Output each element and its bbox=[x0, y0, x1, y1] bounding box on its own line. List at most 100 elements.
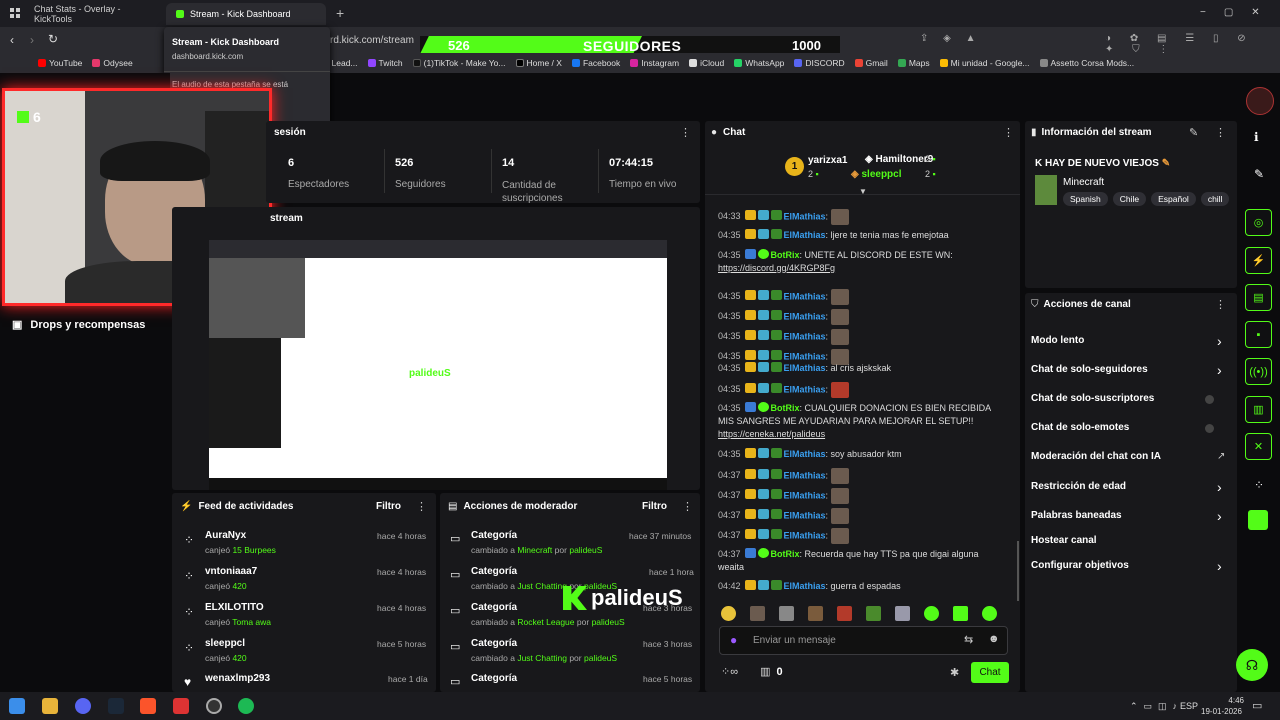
info-circle-icon[interactable]: ℹ bbox=[1254, 130, 1259, 144]
bookmark-icloud[interactable]: iCloud bbox=[689, 58, 724, 68]
camera-tool-button[interactable]: ◎ bbox=[1245, 209, 1272, 236]
pencil-icon[interactable]: ✎ bbox=[1254, 167, 1264, 181]
bookmark-maps[interactable]: Maps bbox=[897, 58, 930, 68]
chat-username[interactable]: ElMathias bbox=[784, 470, 826, 480]
mod-menu-icon[interactable]: ⋮ bbox=[682, 500, 693, 513]
tab-kick-dashboard[interactable]: Stream - Kick Dashboard bbox=[166, 3, 326, 25]
chat-username[interactable]: ElMathias bbox=[784, 331, 826, 341]
address-icons[interactable]: ⇪ ◈ ▲ bbox=[920, 33, 982, 44]
chevron-right-icon[interactable]: › bbox=[1217, 508, 1222, 524]
url-field[interactable]: rd.kick.com/stream bbox=[330, 35, 414, 46]
channel-action-item[interactable]: Palabras baneadas › bbox=[1031, 508, 1231, 525]
channel-action-item[interactable]: Modo lento › bbox=[1031, 333, 1231, 350]
microphone-icon[interactable]: ● bbox=[730, 633, 737, 647]
bookmark-x[interactable]: Home / X bbox=[515, 58, 562, 68]
emote-slot[interactable] bbox=[721, 606, 736, 621]
emote-slot[interactable] bbox=[895, 606, 910, 621]
chat-message[interactable]: 04:37 BotRix: Recuerda que hay TTS pa que… bbox=[718, 548, 1003, 574]
rewards-icon[interactable]: ⁘∞ bbox=[721, 665, 738, 678]
brave-icon[interactable] bbox=[140, 698, 156, 714]
top-gifter-name[interactable]: ◈ sleeppcl bbox=[851, 169, 902, 180]
emote-slot[interactable] bbox=[866, 606, 881, 621]
chat-message[interactable]: 04:35 ElMathias: al cris ajskskak bbox=[718, 362, 1003, 375]
chat-username[interactable]: ElMathias bbox=[784, 384, 826, 394]
chevron-right-icon[interactable]: › bbox=[1217, 333, 1222, 349]
bookmark-youtube[interactable]: YouTube bbox=[38, 58, 82, 68]
list-item-user[interactable]: wenaxlmp293 bbox=[205, 673, 270, 684]
chat-username[interactable]: ElMathias bbox=[784, 291, 826, 301]
info-menu-icon[interactable]: ⋮ bbox=[1215, 126, 1226, 139]
chat-settings-gear-icon[interactable]: ✱ bbox=[950, 666, 959, 679]
channel-action-item[interactable]: Restricción de edad › bbox=[1031, 479, 1231, 496]
chevron-right-icon[interactable]: › bbox=[1217, 362, 1222, 378]
chat-tool-button[interactable]: ▪ bbox=[1245, 321, 1272, 348]
bookmark-drive[interactable]: Mi unidad - Google... bbox=[939, 58, 1030, 68]
clock-time[interactable]: 4:46 bbox=[1212, 696, 1244, 705]
chat-message[interactable]: 04:35 ElMathias: bbox=[718, 309, 1003, 325]
chat-username[interactable]: ElMathias bbox=[784, 363, 826, 373]
bookmark-instagram[interactable]: Instagram bbox=[630, 58, 679, 68]
file-explorer-icon[interactable] bbox=[42, 698, 58, 714]
emote-slot[interactable] bbox=[982, 606, 997, 621]
chat-username[interactable]: ElMathias bbox=[784, 510, 826, 520]
chevron-right-icon[interactable]: › bbox=[1217, 479, 1222, 495]
chat-scrollbar[interactable] bbox=[1017, 541, 1019, 601]
steam-icon[interactable] bbox=[108, 698, 124, 714]
channel-action-item[interactable]: Chat de solo-emotes bbox=[1031, 421, 1231, 437]
chat-message[interactable]: 04:35 ElMathias: bbox=[718, 289, 1003, 305]
emote-slot[interactable] bbox=[808, 606, 823, 621]
activity-menu-icon[interactable]: ⋮ bbox=[416, 500, 427, 513]
list-item-user[interactable]: AuraNyx bbox=[205, 530, 246, 541]
list-item-user[interactable]: ELXILOTITO bbox=[205, 602, 264, 613]
avatar[interactable] bbox=[1246, 87, 1274, 115]
app-icon[interactable] bbox=[173, 698, 189, 714]
document-tool-button[interactable]: ▤ bbox=[1245, 284, 1272, 311]
list-item-user[interactable]: vntoniaaa7 bbox=[205, 566, 257, 577]
chat-message[interactable]: 04:35 ElMathias: ljere te tenia mas fe em… bbox=[718, 229, 1003, 242]
emote-slot[interactable] bbox=[924, 606, 939, 621]
tray-icons[interactable]: ⌃▭◫♪ bbox=[1130, 701, 1183, 712]
chat-username[interactable]: ElMathias bbox=[784, 490, 826, 500]
back-icon[interactable]: ‹ bbox=[10, 33, 14, 47]
bookmark-whatsapp[interactable]: WhatsApp bbox=[734, 58, 784, 68]
external-link-icon[interactable]: ↗ bbox=[1217, 451, 1225, 462]
forward-icon[interactable]: › bbox=[30, 33, 34, 47]
extension-icons[interactable]: ◑ ✿ ▤ ☰ ▯ ⊘ ✦ ⛉ ⋮ bbox=[1105, 33, 1280, 55]
chat-username[interactable]: ElMathias bbox=[784, 530, 826, 540]
chat-message[interactable]: 04:35 ElMathias: bbox=[718, 382, 1003, 398]
chat-username[interactable]: ElMathias bbox=[784, 351, 826, 361]
layout-tool-button[interactable]: ▥ bbox=[1245, 396, 1272, 423]
mod-filter-button[interactable]: Filtro bbox=[642, 501, 667, 512]
bookmark-twitch[interactable]: Twitch bbox=[367, 58, 403, 68]
wrench-tool-button[interactable]: ✕ bbox=[1245, 433, 1272, 460]
chat-message[interactable]: 04:35 BotRix: UNETE AL DISCORD DE ESTE WN… bbox=[718, 249, 1003, 275]
clapper-icon[interactable] bbox=[1248, 510, 1268, 530]
session-menu-icon[interactable]: ⋮ bbox=[680, 126, 691, 139]
bookmark-gmail[interactable]: Gmail bbox=[854, 58, 888, 68]
chat-username[interactable]: ElMathias bbox=[784, 230, 826, 240]
chevron-right-icon[interactable]: › bbox=[1217, 558, 1222, 574]
activity-filter-button[interactable]: Filtro bbox=[376, 501, 401, 512]
chat-message[interactable]: 04:35 ElMathias: soy abusador ktm bbox=[718, 448, 1003, 461]
language-indicator[interactable]: ESP bbox=[1180, 701, 1198, 711]
stream-video-preview[interactable]: palideuS bbox=[209, 240, 667, 490]
discord-icon[interactable] bbox=[75, 698, 91, 714]
chat-message[interactable]: 04:35 ElMathias: bbox=[718, 329, 1003, 345]
top-gifter-name[interactable]: yarizxa1 bbox=[808, 155, 847, 166]
chat-message[interactable]: 04:33 ElMathias: bbox=[718, 209, 1003, 225]
actions-menu-icon[interactable]: ⋮ bbox=[1215, 298, 1226, 311]
translate-icon[interactable]: ⇆ bbox=[964, 633, 973, 646]
chat-username[interactable]: ElMathias bbox=[784, 211, 826, 221]
bookmark-tiktok[interactable]: (1)TikTok - Make Yo... bbox=[412, 58, 506, 68]
emote-slot[interactable] bbox=[779, 606, 794, 621]
tag-chip[interactable]: Español bbox=[1151, 192, 1196, 206]
chat-input-box[interactable]: ● Enviar un mensaje ⇆ ☻ bbox=[719, 626, 1008, 655]
tag-chip[interactable]: chill bbox=[1200, 192, 1230, 206]
chat-message[interactable]: 04:37 ElMathias: bbox=[718, 508, 1003, 524]
bolt-tool-button[interactable]: ⚡ bbox=[1245, 247, 1272, 274]
chat-link[interactable]: https://ceneka.net/palideus bbox=[718, 429, 825, 439]
chat-footer-left[interactable]: ⁘∞ ▥ 0 bbox=[721, 665, 783, 679]
emoji-icon[interactable]: ☻ bbox=[988, 633, 1000, 645]
chat-username[interactable]: BotRix bbox=[771, 250, 800, 260]
list-item-user[interactable]: sleeppcl bbox=[205, 638, 245, 649]
